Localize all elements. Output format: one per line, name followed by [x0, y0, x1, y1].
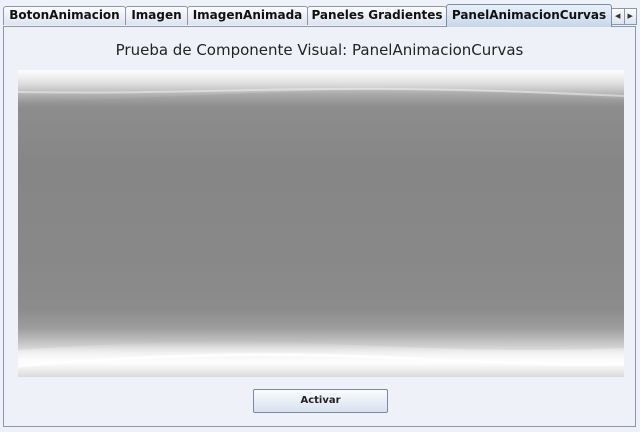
tab-content-panel: Prueba de Componente Visual: PanelAnimac…: [3, 26, 636, 427]
curve-waves-graphic: [18, 70, 624, 377]
scroll-right-icon[interactable]: ▶: [623, 9, 637, 24]
scroll-left-icon[interactable]: ◀: [612, 9, 624, 24]
tab-bar: BotonAnimacion Imagen ImagenAnimada Pane…: [0, 4, 640, 27]
page-title: Prueba de Componente Visual: PanelAnimac…: [115, 41, 524, 59]
tab-panelanimacioncurvas[interactable]: PanelAnimacionCurvas: [446, 4, 612, 27]
tab-paneles-gradientes[interactable]: Paneles Gradientes: [307, 6, 447, 25]
tab-imagenanimada[interactable]: ImagenAnimada: [187, 6, 308, 25]
curve-animation-panel: [18, 70, 624, 377]
tab-scroll-buttons: ◀ ▶: [611, 8, 637, 25]
top-wave-curve: [18, 70, 624, 102]
tab-botonanimacion[interactable]: BotonAnimacion: [3, 6, 126, 25]
tab-imagen[interactable]: Imagen: [125, 6, 188, 25]
activate-button[interactable]: Activar: [253, 389, 388, 413]
